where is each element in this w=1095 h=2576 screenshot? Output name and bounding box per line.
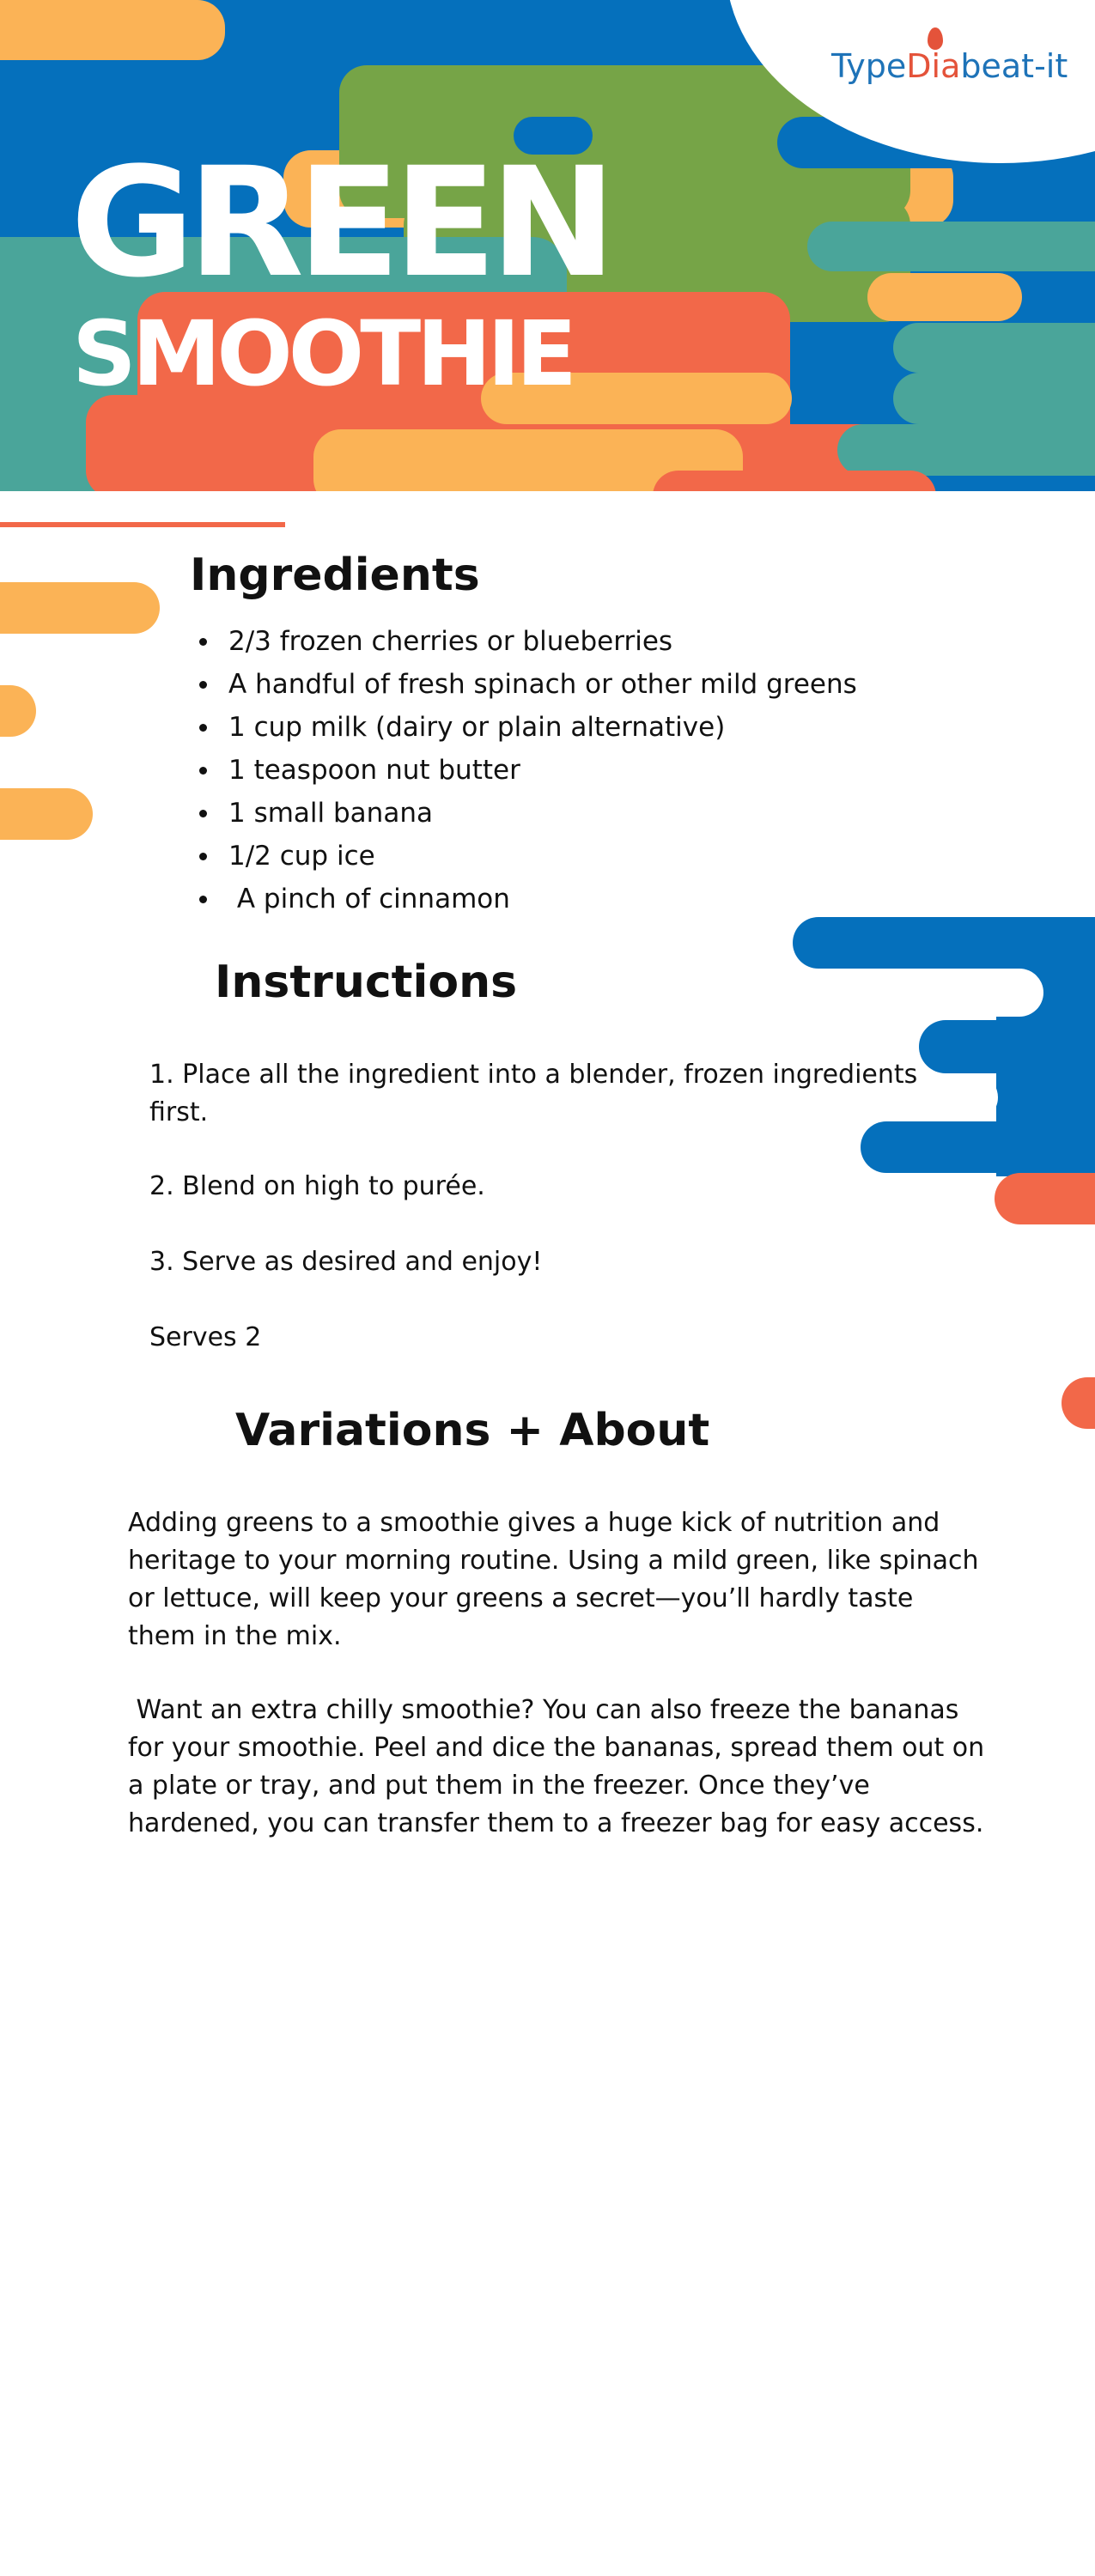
servings-text: Serves 2 [149, 1322, 262, 1352]
list-item: 1 cup milk (dairy or plain alternative) [191, 706, 857, 749]
logo-text-type: Type [831, 47, 907, 85]
decor-pill-teal [837, 424, 1095, 476]
variations-paragraph-2: Want an extra chilly smoothie? You can a… [128, 1695, 993, 1838]
decor-pill-coral [995, 1173, 1095, 1224]
variations-paragraph-1: Adding greens to a smoothie gives a huge… [128, 1508, 979, 1651]
list-item: 1 small banana [191, 792, 857, 835]
list-item: 1/2 cup ice [191, 835, 857, 878]
decor-pill-teal [893, 373, 1095, 424]
list-item: 1 teaspoon nut butter [191, 749, 857, 792]
decor-pill-teal [807, 222, 1095, 271]
decor-pill-white [919, 1073, 998, 1121]
bullet-icon [199, 767, 207, 775]
logo-text-dia: Dia [906, 47, 961, 85]
ingredient-text: 1/2 cup ice [228, 841, 375, 872]
decor-pill-coral [1062, 1377, 1095, 1429]
ingredient-text: A handful of fresh spinach or other mild… [228, 669, 857, 700]
page-title-line1: GREEN [70, 135, 617, 311]
ingredient-text: 1 small banana [228, 798, 433, 829]
page-title-line2: SMOOTHIE [72, 301, 577, 406]
bullet-icon [199, 681, 207, 689]
bullet-icon [199, 638, 207, 646]
divider-line [0, 522, 285, 527]
ingredients-list: 2/3 frozen cherries or blueberries A han… [191, 620, 857, 920]
ingredient-text: 2/3 frozen cherries or blueberries [228, 626, 673, 657]
instructions-heading: Instructions [215, 957, 518, 1008]
decor-pill-orange [0, 0, 225, 60]
decor-pill-orange [0, 582, 160, 634]
decor-pill-teal [893, 323, 1095, 373]
instruction-step-1: 1. Place all the ingredient into a blend… [149, 1060, 918, 1127]
list-item: A handful of fresh spinach or other mild… [191, 663, 857, 706]
instruction-step-3: 3. Serve as desired and enjoy! [149, 1247, 543, 1277]
bullet-icon [199, 853, 207, 860]
header-banner: TypeDiabeat-it GREEN SMOOTHIE [0, 0, 1095, 491]
decor-pill-coral [653, 471, 936, 491]
variations-heading: Variations + About [235, 1405, 710, 1456]
decor-pill-orange [0, 685, 36, 737]
ingredient-text: 1 teaspoon nut butter [228, 755, 520, 786]
bullet-icon [199, 810, 207, 817]
ingredient-text: 1 cup milk (dairy or plain alternative) [228, 712, 726, 743]
decor-pill-orange [0, 788, 93, 840]
list-item: A pinch of cinnamon [191, 878, 857, 920]
typediabeatit-logo[interactable]: TypeDiabeat-it [831, 47, 1068, 85]
bullet-icon [199, 896, 207, 903]
decor-pill-white [923, 969, 1043, 1017]
decor-pill-orange [867, 273, 1022, 321]
list-item: 2/3 frozen cherries or blueberries [191, 620, 857, 663]
logo-text-beatit: beat-it [960, 47, 1068, 85]
ingredient-text: A pinch of cinnamon [228, 884, 510, 914]
bullet-icon [199, 724, 207, 732]
ingredients-heading: Ingredients [190, 550, 480, 601]
decor-pill-blue [919, 1020, 1095, 1073]
instruction-step-2: 2. Blend on high to purée. [149, 1171, 485, 1201]
